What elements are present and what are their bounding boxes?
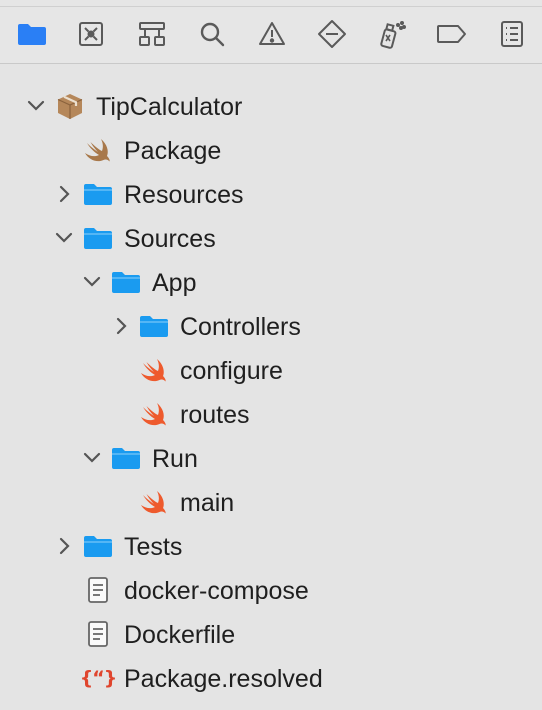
- source-control-navigator-button[interactable]: [75, 18, 107, 50]
- swift-icon: [138, 488, 170, 516]
- tree-row-configure[interactable]: configure: [0, 348, 542, 392]
- chevron-down-icon[interactable]: [27, 96, 45, 116]
- tree-label: configure: [180, 357, 283, 385]
- debug-navigator-button[interactable]: [376, 18, 408, 50]
- symbol-navigator-button[interactable]: [136, 18, 168, 50]
- find-navigator-button[interactable]: [196, 18, 228, 50]
- tree-row-package-resolved[interactable]: {“} Package.resolved: [0, 656, 542, 700]
- breakpoint-icon: [437, 25, 466, 43]
- tree-row-app[interactable]: App: [0, 260, 542, 304]
- tree-row-controllers[interactable]: Controllers: [0, 304, 542, 348]
- tree-label: Controllers: [180, 313, 301, 341]
- tree-row-dockerfile[interactable]: Dockerfile: [0, 612, 542, 656]
- tree-label: Resources: [124, 181, 244, 209]
- warning-icon: [259, 22, 285, 45]
- tree-row-main[interactable]: main: [0, 480, 542, 524]
- package-box-icon: [54, 92, 86, 120]
- source-control-icon: [79, 22, 103, 46]
- swift-icon: [138, 356, 170, 384]
- tree-row-package[interactable]: Package: [0, 128, 542, 172]
- toolbar-divider: [0, 6, 542, 7]
- document-icon: [82, 576, 114, 604]
- test-diamond-icon: [318, 20, 346, 48]
- navigator-toolbar: [0, 0, 542, 64]
- chevron-down-icon[interactable]: [55, 228, 73, 248]
- tree-row-tipcalculator[interactable]: TipCalculator: [0, 84, 542, 128]
- folder-icon: [138, 312, 170, 340]
- tree-label: Tests: [124, 533, 183, 561]
- chevron-down-icon[interactable]: [83, 448, 101, 468]
- hierarchy-icon: [139, 22, 165, 46]
- breakpoint-navigator-button[interactable]: [436, 18, 468, 50]
- tree-row-docker-compose[interactable]: docker-compose: [0, 568, 542, 612]
- tree-label: App: [152, 269, 197, 297]
- chevron-right-icon[interactable]: [56, 536, 74, 556]
- tree-row-run[interactable]: Run: [0, 436, 542, 480]
- folder-icon: [82, 224, 114, 252]
- tree-label: Run: [152, 445, 198, 473]
- tree-label: Sources: [124, 225, 216, 253]
- tree-label: TipCalculator: [96, 93, 243, 121]
- test-navigator-button[interactable]: [316, 18, 348, 50]
- tree-label: Package: [124, 137, 222, 165]
- folder-icon: [110, 268, 142, 296]
- tree-row-routes[interactable]: routes: [0, 392, 542, 436]
- tree-label: main: [180, 489, 235, 517]
- tree-label: Package.resolved: [124, 665, 323, 693]
- report-navigator-button[interactable]: [496, 18, 528, 50]
- tree-label: routes: [180, 401, 250, 429]
- tree-label: docker-compose: [124, 577, 309, 605]
- folder-icon: [18, 24, 46, 45]
- project-navigator-button[interactable]: [16, 18, 48, 50]
- tree-row-tests[interactable]: Tests: [0, 524, 542, 568]
- swift-brown-icon: [82, 136, 114, 164]
- chevron-right-icon[interactable]: [113, 316, 131, 336]
- chevron-down-icon[interactable]: [83, 272, 101, 292]
- document-icon: [82, 620, 114, 648]
- folder-icon: [110, 444, 142, 472]
- folder-icon: [82, 532, 114, 560]
- swift-icon: [138, 400, 170, 428]
- search-icon: [200, 22, 225, 47]
- chevron-right-icon[interactable]: [56, 184, 74, 204]
- json-icon: {“}: [79, 667, 118, 689]
- issue-navigator-button[interactable]: [256, 18, 288, 50]
- spray-icon: [380, 21, 406, 49]
- tree-row-sources[interactable]: Sources: [0, 216, 542, 260]
- folder-icon: [82, 180, 114, 208]
- tree-row-resources[interactable]: Resources: [0, 172, 542, 216]
- tree-label: Dockerfile: [124, 621, 236, 649]
- report-icon: [501, 21, 523, 47]
